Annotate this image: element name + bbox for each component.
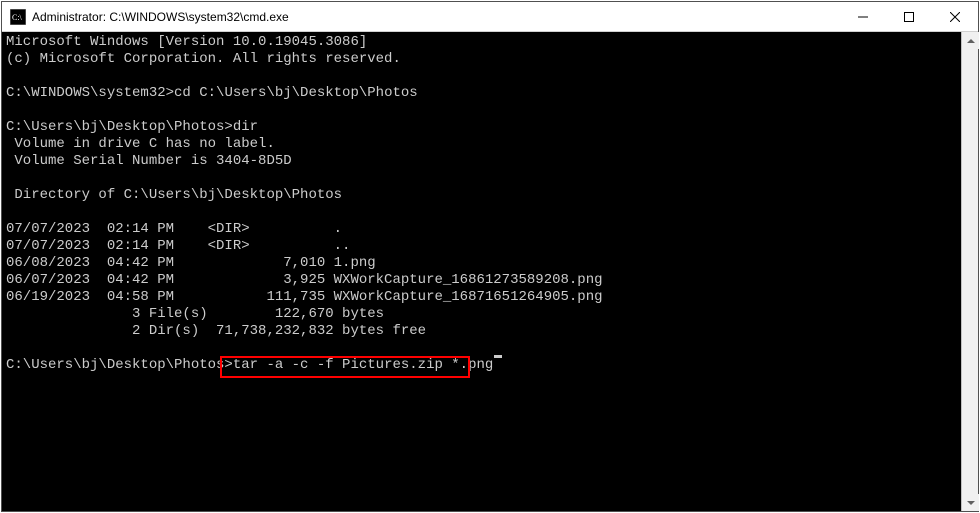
output-line: 3 File(s) 122,670 bytes: [6, 306, 957, 323]
output-line: [6, 340, 957, 357]
cmd-icon: C:\: [10, 9, 26, 25]
output-line: Microsoft Windows [Version 10.0.19045.30…: [6, 34, 957, 51]
output-line: 06/07/2023 04:42 PM 3,925 WXWorkCapture_…: [6, 272, 957, 289]
window-title: Administrator: C:\WINDOWS\system32\cmd.e…: [32, 10, 840, 24]
output-line: (c) Microsoft Corporation. All rights re…: [6, 51, 957, 68]
maximize-button[interactable]: [886, 2, 932, 32]
output-line: 06/19/2023 04:58 PM 111,735 WXWorkCaptur…: [6, 289, 957, 306]
window-controls: [840, 2, 978, 31]
close-button[interactable]: [932, 2, 978, 32]
command-text: cd C:\Users\bj\Desktop\Photos: [174, 85, 418, 102]
vertical-scrollbar[interactable]: [961, 32, 978, 511]
scroll-down-arrow[interactable]: [962, 494, 979, 511]
minimize-button[interactable]: [840, 2, 886, 32]
output-line: 07/07/2023 02:14 PM <DIR> .: [6, 221, 957, 238]
titlebar[interactable]: C:\ Administrator: C:\WINDOWS\system32\c…: [2, 2, 978, 32]
terminal-body: Microsoft Windows [Version 10.0.19045.30…: [2, 32, 978, 511]
output-line: [6, 170, 957, 187]
output-line: Volume in drive C has no label.: [6, 136, 957, 153]
svg-text:C:\: C:\: [12, 13, 23, 22]
command-text: tar -a -c -f Pictures.zip *.png: [233, 357, 493, 374]
output-line: 2 Dir(s) 71,738,232,832 bytes free: [6, 323, 957, 340]
prompt: C:\Users\bj\Desktop\Photos>: [6, 119, 233, 136]
cursor: [494, 355, 502, 358]
output-line: Volume Serial Number is 3404-8D5D: [6, 153, 957, 170]
output-line: Directory of C:\Users\bj\Desktop\Photos: [6, 187, 957, 204]
terminal-content[interactable]: Microsoft Windows [Version 10.0.19045.30…: [2, 32, 961, 511]
prompt-line: C:\Users\bj\Desktop\Photos>tar -a -c -f …: [6, 357, 957, 374]
prompt: C:\WINDOWS\system32>: [6, 85, 174, 102]
output-line: [6, 204, 957, 221]
output-line: [6, 102, 957, 119]
output-line: [6, 68, 957, 85]
prompt-line: C:\WINDOWS\system32>cd C:\Users\bj\Deskt…: [6, 85, 957, 102]
output-line: 06/08/2023 04:42 PM 7,010 1.png: [6, 255, 957, 272]
command-text: dir: [233, 119, 258, 136]
prompt: C:\Users\bj\Desktop\Photos>: [6, 357, 233, 374]
cmd-window: C:\ Administrator: C:\WINDOWS\system32\c…: [1, 1, 979, 512]
output-line: 07/07/2023 02:14 PM <DIR> ..: [6, 238, 957, 255]
prompt-line: C:\Users\bj\Desktop\Photos>dir: [6, 119, 957, 136]
scroll-up-arrow[interactable]: [962, 32, 979, 49]
